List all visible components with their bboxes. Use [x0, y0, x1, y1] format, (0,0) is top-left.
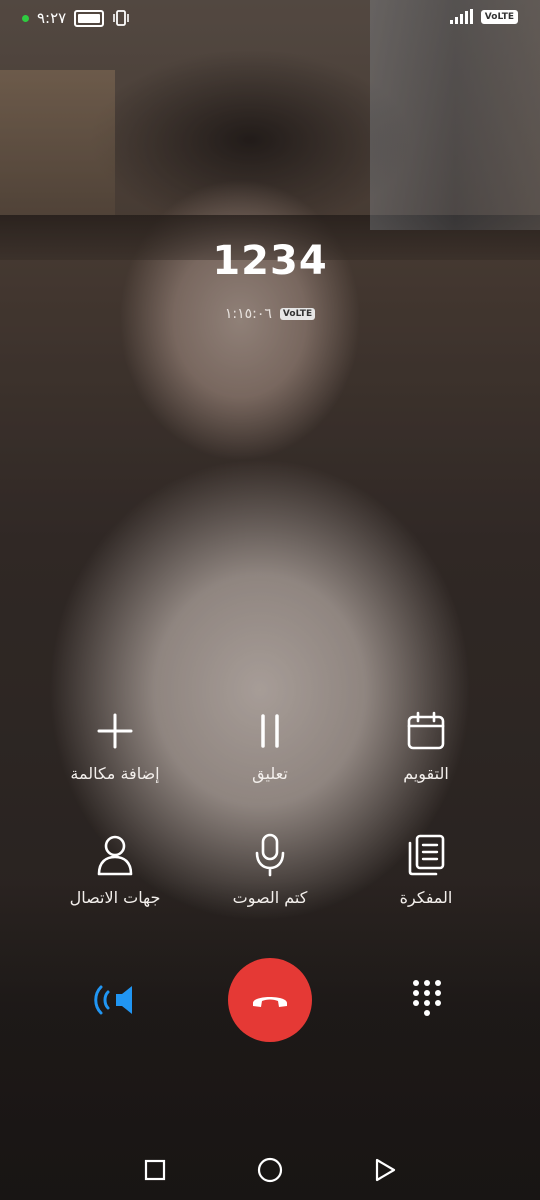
vibrate-icon	[113, 10, 130, 26]
mute-label: كتم الصوت	[232, 888, 308, 907]
recents-square-icon	[144, 1159, 166, 1181]
status-bar-left: ٩:٢٧	[22, 9, 130, 27]
status-bar: ٩:٢٧ VoLTE	[0, 0, 540, 36]
contacts-label: جهات الاتصال	[69, 888, 161, 907]
dialpad-button[interactable]	[400, 975, 454, 1025]
calendar-icon	[346, 710, 506, 752]
notification-dot-icon	[22, 14, 29, 22]
home-button[interactable]	[250, 1150, 290, 1190]
hold-label: تعليق	[252, 764, 288, 783]
home-circle-icon	[257, 1157, 283, 1183]
notes-button[interactable]: المفكرة	[346, 834, 506, 907]
call-volte-badge: VoLTE	[279, 308, 316, 320]
signal-icon	[449, 9, 473, 24]
speaker-button[interactable]	[88, 980, 142, 1020]
recents-button[interactable]	[135, 1150, 175, 1190]
speaker-icon	[94, 985, 132, 1015]
back-triangle-icon	[375, 1158, 396, 1182]
hangup-icon	[253, 997, 287, 1007]
add-call-button[interactable]: إضافة مكالمة	[35, 710, 195, 783]
call-duration: ١:١٥:٠٦	[224, 306, 272, 322]
dialpad-icon	[413, 980, 441, 1016]
notes-label: المفكرة	[399, 888, 453, 907]
add-call-label: إضافة مكالمة	[70, 764, 160, 783]
status-bar-right: VoLTE	[449, 9, 518, 24]
person-icon	[35, 834, 195, 876]
call-meta: ١:١٥:٠٦ VoLTE	[0, 306, 540, 322]
status-time: ٩:٢٧	[37, 9, 67, 27]
calendar-button[interactable]: التقويم	[346, 710, 506, 783]
caller-number: 1234	[212, 238, 328, 284]
volte-icon: VoLTE	[480, 9, 518, 24]
back-button[interactable]	[365, 1150, 405, 1190]
pause-icon	[190, 710, 350, 752]
hold-button[interactable]: تعليق	[190, 710, 350, 783]
calendar-label: التقويم	[403, 764, 449, 783]
mute-button[interactable]: كتم الصوت	[190, 833, 350, 907]
plus-icon	[35, 710, 195, 752]
end-call-button[interactable]	[228, 958, 312, 1042]
microphone-icon	[190, 833, 350, 877]
notes-icon	[346, 834, 506, 876]
battery-icon	[74, 9, 105, 27]
contacts-button[interactable]: جهات الاتصال	[35, 834, 195, 907]
